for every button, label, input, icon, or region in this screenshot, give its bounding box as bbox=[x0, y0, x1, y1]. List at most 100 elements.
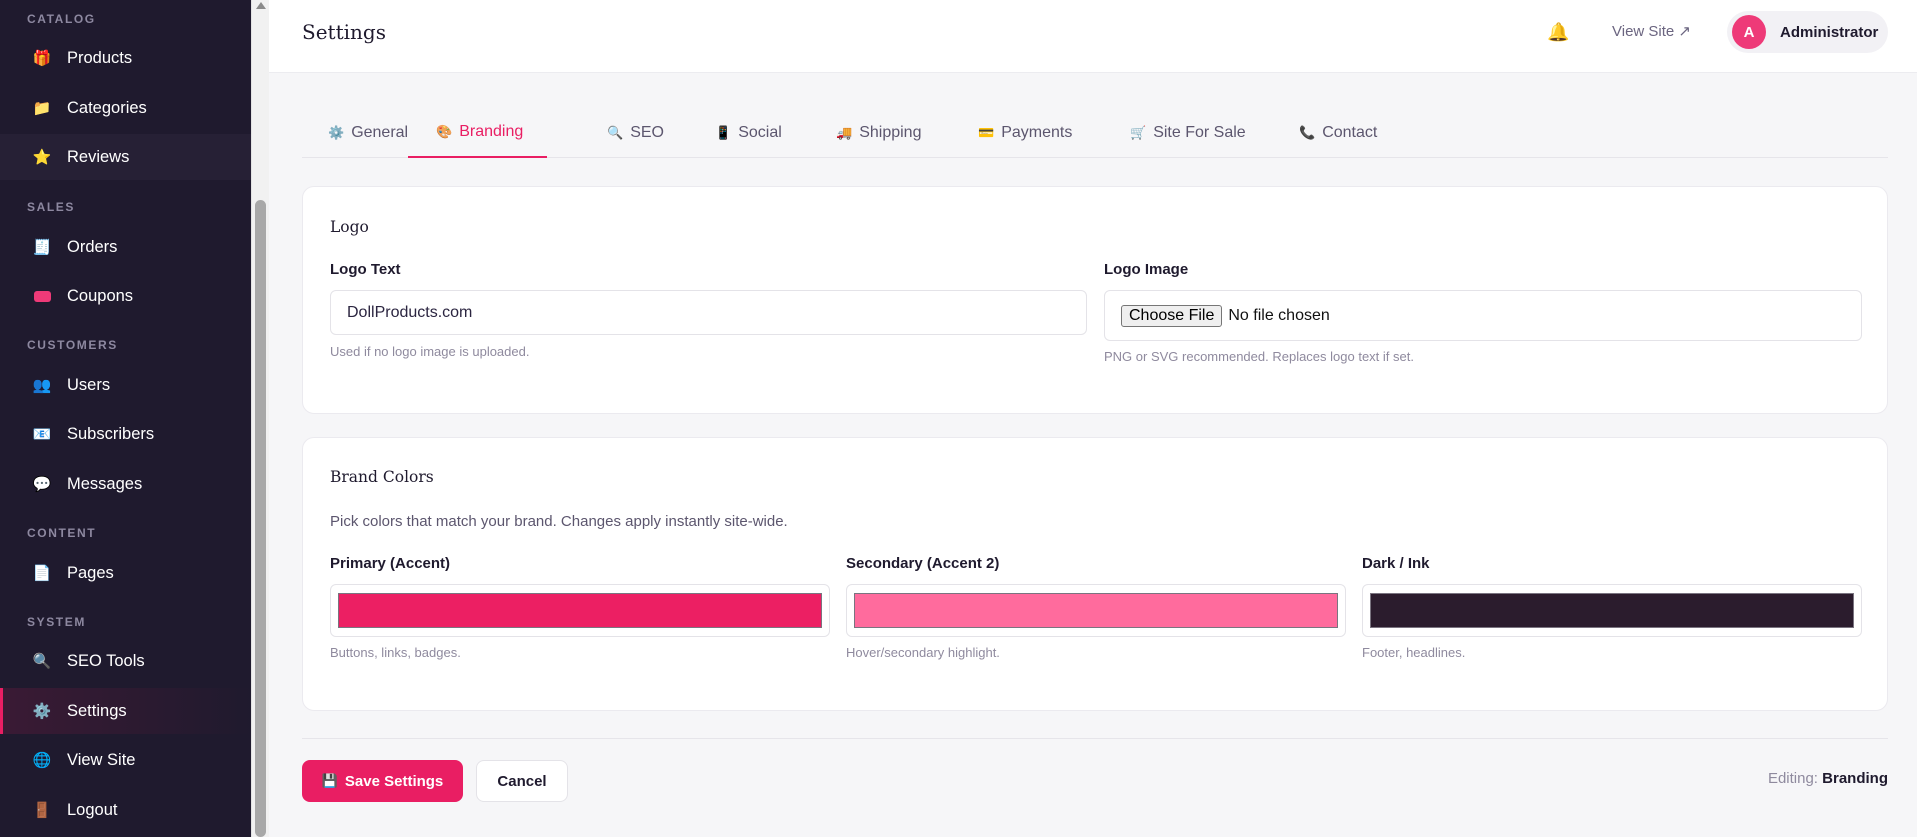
chat-icon: 💬 bbox=[32, 476, 52, 493]
secondary-color-help: Hover/secondary highlight. bbox=[846, 645, 1000, 660]
tab-social[interactable]: 📱 Social bbox=[715, 108, 782, 158]
logo-image-label: Logo Image bbox=[1104, 261, 1189, 278]
tab-contact[interactable]: 📞 Contact bbox=[1299, 108, 1377, 158]
brand-colors-card: Brand Colors Pick colors that match your… bbox=[302, 437, 1888, 711]
tab-label: Shipping bbox=[859, 124, 922, 141]
gift-icon: 🎁 bbox=[32, 50, 52, 67]
sidebar-item-products[interactable]: 🎁 Products bbox=[0, 35, 251, 81]
tab-label: Branding bbox=[459, 123, 524, 140]
sidebar-item-reviews[interactable]: ⭐ Reviews bbox=[0, 134, 251, 180]
search-icon: 🔍 bbox=[607, 125, 624, 140]
scrollbar-thumb[interactable] bbox=[255, 200, 266, 837]
tab-label: Contact bbox=[1322, 124, 1378, 141]
sidebar-item-label: Orders bbox=[67, 237, 118, 256]
sidebar-section-sales: SALES bbox=[27, 200, 76, 214]
sidebar-section-customers: CUSTOMERS bbox=[27, 338, 118, 352]
tab-label: Payments bbox=[1001, 124, 1073, 141]
page-icon: 📄 bbox=[32, 565, 52, 582]
sidebar-item-label: Messages bbox=[67, 474, 143, 493]
sidebar-item-label: View Site bbox=[67, 750, 136, 769]
secondary-color-picker[interactable] bbox=[846, 584, 1346, 637]
sidebar-item-label: SEO Tools bbox=[67, 651, 145, 670]
scroll-up-arrow-icon[interactable] bbox=[256, 2, 266, 9]
search-icon: 🔍 bbox=[32, 653, 52, 670]
topbar: Settings 🔔 View Site ↗ A Administrator bbox=[269, 0, 1917, 73]
sidebar-item-label: Reviews bbox=[67, 147, 130, 166]
brand-colors-title: Brand Colors bbox=[330, 468, 434, 486]
sidebar-item-messages[interactable]: 💬 Messages bbox=[0, 461, 251, 507]
sidebar-item-label: Subscribers bbox=[67, 424, 155, 443]
editing-value: Branding bbox=[1822, 770, 1888, 787]
truck-icon: 🚚 bbox=[836, 125, 853, 140]
footer-divider bbox=[302, 738, 1888, 739]
avatar: A bbox=[1732, 15, 1766, 49]
sidebar-item-logout[interactable]: 🚪 Logout bbox=[0, 787, 251, 833]
sidebar-section-content: CONTENT bbox=[27, 526, 97, 540]
tab-label: General bbox=[351, 124, 409, 141]
save-settings-button[interactable]: 💾 Save Settings bbox=[302, 760, 463, 802]
tab-label: Site For Sale bbox=[1153, 124, 1246, 141]
tab-label: SEO bbox=[630, 124, 664, 141]
door-icon: 🚪 bbox=[32, 802, 52, 819]
logo-card: Logo Logo Text Used if no logo image is … bbox=[302, 186, 1888, 414]
view-site-link[interactable]: View Site ↗ bbox=[1612, 22, 1691, 40]
sidebar-item-label: Coupons bbox=[67, 286, 134, 305]
logo-card-title: Logo bbox=[330, 218, 369, 236]
tab-site-for-sale[interactable]: 🛒 Site For Sale bbox=[1130, 108, 1246, 158]
ticket-icon bbox=[32, 286, 52, 306]
logo-text-help: Used if no logo image is uploaded. bbox=[330, 344, 530, 359]
sidebar-item-settings[interactable]: ⚙️ Settings bbox=[0, 688, 251, 734]
gear-icon: ⚙️ bbox=[32, 703, 52, 720]
folder-icon: 📁 bbox=[32, 100, 52, 117]
logo-text-input[interactable] bbox=[330, 290, 1087, 335]
choose-file-button[interactable]: Choose File bbox=[1121, 304, 1223, 327]
sidebar-item-label: Categories bbox=[67, 98, 147, 117]
primary-color-swatch bbox=[338, 593, 822, 628]
sidebar-item-categories[interactable]: 📁 Categories bbox=[0, 85, 251, 131]
users-icon: 👥 bbox=[32, 377, 52, 394]
tab-label: Social bbox=[738, 124, 782, 141]
dark-ink-color-help: Footer, headlines. bbox=[1362, 645, 1466, 660]
editing-indicator: Editing: Branding bbox=[1768, 770, 1888, 787]
sidebar-item-coupons[interactable]: Coupons bbox=[0, 273, 251, 319]
primary-color-label: Primary (Accent) bbox=[330, 555, 451, 572]
sidebar-item-pages[interactable]: 📄 Pages bbox=[0, 550, 251, 596]
bell-icon[interactable]: 🔔 bbox=[1547, 22, 1569, 43]
sidebar-item-orders[interactable]: 🧾 Orders bbox=[0, 224, 251, 270]
tab-seo[interactable]: 🔍 SEO bbox=[607, 108, 664, 158]
sidebar-item-label: Pages bbox=[67, 563, 114, 582]
sidebar-scrollbar[interactable] bbox=[251, 0, 269, 837]
sidebar-item-users[interactable]: 👥 Users bbox=[0, 362, 251, 408]
sidebar-section-catalog: CATALOG bbox=[27, 12, 96, 26]
logo-image-help: PNG or SVG recommended. Replaces logo te… bbox=[1104, 349, 1414, 364]
logo-image-file-input: Choose File No file chosen bbox=[1104, 290, 1862, 341]
card-icon: 💳 bbox=[978, 125, 995, 140]
tab-payments[interactable]: 💳 Payments bbox=[978, 108, 1072, 158]
secondary-color-swatch bbox=[854, 593, 1338, 628]
dark-ink-color-picker[interactable] bbox=[1362, 584, 1862, 637]
cancel-button[interactable]: Cancel bbox=[476, 760, 568, 802]
primary-color-picker[interactable] bbox=[330, 584, 830, 637]
sidebar-item-view-site[interactable]: 🌐 View Site bbox=[0, 737, 251, 783]
star-icon: ⭐ bbox=[32, 149, 52, 166]
sidebar-item-seo-tools[interactable]: 🔍 SEO Tools bbox=[0, 638, 251, 684]
sidebar-item-subscribers[interactable]: 📧 Subscribers bbox=[0, 411, 251, 457]
tab-shipping[interactable]: 🚚 Shipping bbox=[836, 108, 921, 158]
logo-text-label: Logo Text bbox=[330, 261, 401, 278]
user-name: Administrator bbox=[1780, 23, 1879, 41]
tab-branding[interactable]: 🎨 Branding bbox=[408, 108, 548, 158]
sidebar-section-system: SYSTEM bbox=[27, 615, 86, 629]
user-menu[interactable]: A Administrator bbox=[1727, 11, 1888, 53]
page-title: Settings bbox=[302, 20, 386, 44]
tab-general[interactable]: ⚙️ General bbox=[328, 108, 408, 158]
brand-colors-description: Pick colors that match your brand. Chang… bbox=[330, 513, 788, 530]
primary-color-help: Buttons, links, badges. bbox=[330, 645, 461, 660]
palette-icon: 🎨 bbox=[436, 124, 453, 139]
save-settings-label: Save Settings bbox=[344, 772, 444, 790]
receipt-icon: 🧾 bbox=[32, 239, 52, 256]
sidebar-item-label: Settings bbox=[67, 701, 127, 720]
sidebar: CATALOG 🎁 Products 📁 Categories ⭐ Review… bbox=[0, 0, 251, 837]
sidebar-item-label: Users bbox=[67, 375, 111, 394]
cart-icon: 🛒 bbox=[1130, 125, 1147, 140]
editing-label: Editing: bbox=[1767, 770, 1818, 787]
